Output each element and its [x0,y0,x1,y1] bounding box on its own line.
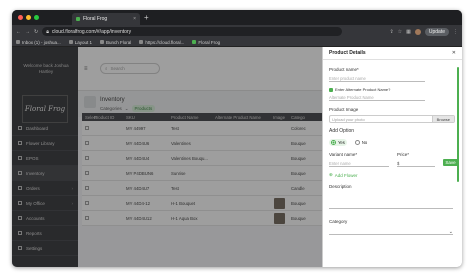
tab-close-icon[interactable]: × [133,16,136,22]
modal-backdrop[interactable] [12,47,322,267]
address-url: cloud.floralfrog.com/#/app/inventory [51,28,132,35]
update-button[interactable]: Update [424,27,449,36]
browser-tab[interactable]: Floral Frog × [72,13,140,25]
tab-favicon-icon [76,17,80,21]
panel-header: Product Details ✕ [323,47,462,60]
new-tab-icon[interactable]: + [144,13,149,22]
bookmark-favicon-icon [16,40,20,44]
close-window-button[interactable] [18,15,23,20]
browser-menu-icon[interactable]: ⋮ [453,29,458,35]
bookmark-favicon-icon [68,40,73,44]
panel-title: Product Details [329,50,366,56]
app-content: Welcome back Joshua Hartley Floral Frog … [12,47,462,267]
image-label: Product Image [329,107,359,112]
category-label: Category [329,219,348,224]
bookmark-favicon-icon [192,40,197,44]
add-flower-button[interactable]: ⊕ Add Flower [329,172,358,178]
bookmark-item[interactable]: Bunch Floral [100,40,131,45]
browser-window: Floral Frog × + ← → ↻ 🔒︎ cloud.floralfro… [12,10,462,267]
alt-name-checkbox[interactable]: Enter Alternate Product Name? [329,87,390,92]
variant-name-input[interactable]: Enter name [329,159,389,167]
address-bar[interactable]: 🔒︎ cloud.floralfrog.com/#/app/inventory [42,27,343,36]
bookmark-item[interactable]: Floral Frog [192,40,220,45]
profile-avatar[interactable] [414,28,421,35]
bookmark-favicon-icon [139,40,144,44]
maximize-window-button[interactable] [34,15,39,20]
bookmarks-bar: Inbox (1) - joshua... Layout 1 Bunch Flo… [12,38,462,47]
checkbox-checked-icon [329,87,333,92]
save-button[interactable]: Save [443,159,458,166]
bookmark-item[interactable]: Inbox (1) - joshua... [16,40,61,45]
share-icon[interactable]: ⇪ [389,29,393,35]
radio-empty-icon [354,140,360,145]
reload-icon[interactable]: ↻ [34,29,38,35]
description-input[interactable] [329,201,453,209]
description-label: Description [329,184,352,189]
close-icon[interactable]: ✕ [452,50,456,56]
variant-label: Variant name* [329,152,358,157]
bookmark-item[interactable]: Layout 1 [68,40,92,45]
category-select[interactable] [329,227,453,235]
price-input[interactable]: $ [397,159,435,167]
radio-no[interactable]: No [354,140,367,145]
bookmark-star-icon[interactable]: ☆ [398,29,402,35]
bookmark-favicon-icon [100,40,105,44]
plus-circle-icon: ⊕ [329,172,333,177]
image-upload-field[interactable]: Upload your photo Browse [329,115,455,123]
radio-yes[interactable]: Yes [329,139,347,146]
option-radio-group: Yes No [329,139,367,146]
minimize-window-button[interactable] [26,15,31,20]
tab-bar: Floral Frog × + [12,10,462,25]
alt-name-input[interactable]: Alternate Product Name [329,93,425,101]
lock-icon: 🔒︎ [46,28,49,35]
add-option-label: Add Option [329,128,355,134]
tab-title: Floral Frog [83,16,108,22]
extensions-icon[interactable]: ▦ [406,29,411,35]
browse-button[interactable]: Browse [431,116,454,122]
chevron-down-icon[interactable]: ⌄ [449,229,453,235]
product-name-input[interactable]: Enter product name [329,74,425,82]
back-icon[interactable]: ← [16,29,21,35]
browser-toolbar: ← → ↻ 🔒︎ cloud.floralfrog.com/#/app/inve… [12,25,462,38]
product-name-label: Product name* [329,67,359,72]
radio-selected-icon [331,140,336,145]
bookmark-item[interactable]: https://cloud.floral... [139,40,184,45]
price-label: Price* [397,152,410,157]
product-details-panel: Product Details ✕ Product name* Enter pr… [322,47,462,267]
forward-icon[interactable]: → [25,29,30,35]
